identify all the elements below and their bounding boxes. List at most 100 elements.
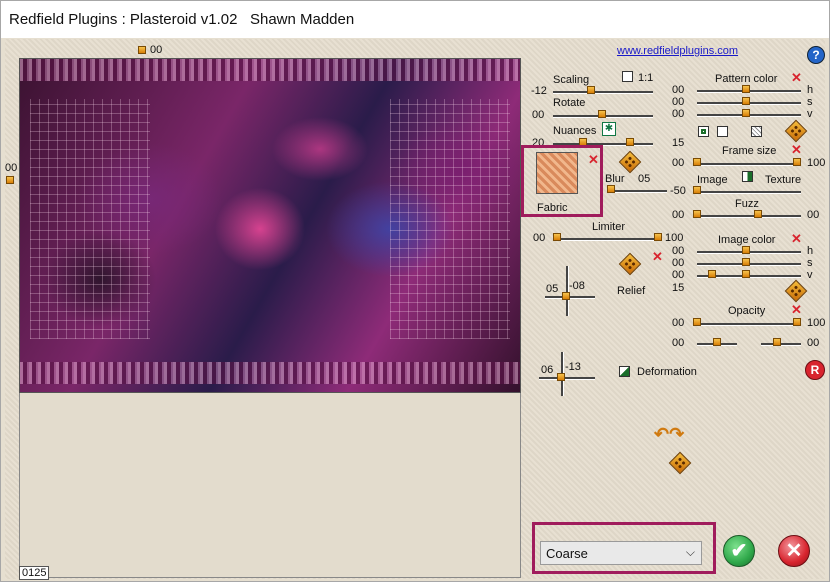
rotate-value: 00 bbox=[532, 109, 545, 121]
undo-redo-arrows-icon[interactable]: ↶↷ bbox=[654, 425, 706, 443]
pattern-color-h-thumb[interactable] bbox=[742, 85, 750, 93]
image-color-s-label: s bbox=[807, 257, 813, 269]
mode-checkbox-1[interactable] bbox=[698, 126, 709, 137]
chevron-down-icon: ⌵ bbox=[685, 545, 695, 559]
image-label: Image bbox=[697, 174, 728, 186]
relief-x-value: 05 bbox=[546, 283, 559, 295]
opacity-thumb-2b[interactable] bbox=[773, 338, 781, 346]
fuzz-track[interactable] bbox=[697, 215, 801, 218]
preview-frame-right bbox=[390, 99, 510, 339]
image-color-random-icon[interactable] bbox=[784, 279, 808, 303]
image-color-s-thumb[interactable] bbox=[742, 258, 750, 266]
reset-button[interactable]: R bbox=[805, 360, 825, 380]
preview-frame-bottom bbox=[20, 362, 520, 384]
nuances-slider-thumb-b[interactable] bbox=[626, 138, 634, 146]
blur-label: Blur bbox=[605, 173, 625, 185]
limiter-slider-track[interactable] bbox=[553, 238, 661, 241]
pattern-color-s-value: 00 bbox=[672, 96, 685, 108]
fabric-label: Fabric bbox=[537, 202, 568, 214]
fabric-close-icon[interactable]: ✕ bbox=[588, 153, 599, 166]
scaling-label: Scaling bbox=[553, 74, 590, 86]
limiter-value-left: 00 bbox=[533, 232, 546, 244]
preview-image[interactable] bbox=[19, 58, 521, 393]
relief-pad-horizontal[interactable] bbox=[545, 296, 595, 299]
limiter-slider-thumb-a[interactable] bbox=[553, 233, 561, 241]
website-link[interactable]: www.redfieldplugins.com bbox=[617, 45, 738, 57]
preset-random-icon[interactable] bbox=[668, 451, 692, 475]
frame-size-track[interactable] bbox=[697, 163, 801, 166]
image-texture-thumb[interactable] bbox=[693, 186, 701, 194]
image-texture-checkbox[interactable] bbox=[742, 171, 753, 182]
image-texture-track[interactable] bbox=[697, 191, 801, 194]
pattern-color-close-icon[interactable]: ✕ bbox=[791, 71, 802, 84]
blur-slider-track[interactable] bbox=[607, 190, 667, 193]
fabric-texture-swatch[interactable] bbox=[536, 152, 578, 194]
relief-close-icon[interactable]: ✕ bbox=[652, 250, 663, 263]
opacity-close-icon[interactable]: ✕ bbox=[791, 303, 802, 316]
opacity-thumb-2a[interactable] bbox=[713, 338, 721, 346]
image-color-v-thumb-a[interactable] bbox=[708, 270, 716, 278]
relief-pad-vertical[interactable] bbox=[566, 266, 569, 316]
preview-left-slider-thumb[interactable] bbox=[6, 176, 14, 184]
fuzz-value-left: 00 bbox=[672, 209, 685, 221]
plugin-panel: 00 00 0125 www.redfieldplugins.com ? Sca… bbox=[5, 39, 826, 580]
fuzz-thumb-b[interactable] bbox=[754, 210, 762, 218]
preview-top-slider-thumb[interactable] bbox=[138, 46, 146, 54]
mode-checkbox-2[interactable] bbox=[717, 126, 728, 137]
fuzz-thumb-a[interactable] bbox=[693, 210, 701, 218]
help-icon[interactable]: ? bbox=[807, 46, 825, 64]
opacity-thumb-a[interactable] bbox=[693, 318, 701, 326]
pattern-color-v-label: v bbox=[807, 108, 813, 120]
zoom-readout: 0125 bbox=[19, 566, 50, 580]
image-color-close-icon[interactable]: ✕ bbox=[791, 232, 802, 245]
preview-frame-left bbox=[30, 99, 150, 339]
pattern-color-v-thumb[interactable] bbox=[742, 109, 750, 117]
image-color-v-thumb-b[interactable] bbox=[742, 270, 750, 278]
image-texture-value: -50 bbox=[670, 185, 686, 197]
blur-slider-thumb[interactable] bbox=[607, 185, 615, 193]
pattern-random-icon[interactable] bbox=[784, 119, 808, 143]
nuances-value-right: 15 bbox=[672, 137, 685, 149]
cancel-button[interactable]: ✕ bbox=[778, 535, 810, 567]
limiter-slider-thumb-b[interactable] bbox=[654, 233, 662, 241]
preview-left-value: 00 bbox=[5, 162, 18, 174]
texture-mode-select[interactable]: Coarse ⌵ bbox=[540, 541, 702, 565]
pattern-color-s-thumb[interactable] bbox=[742, 97, 750, 105]
fuzz-label: Fuzz bbox=[735, 198, 759, 210]
scaling-slider-track[interactable] bbox=[553, 91, 653, 94]
ok-button[interactable]: ✔ bbox=[723, 535, 755, 567]
texture-label: Texture bbox=[765, 174, 802, 186]
deformation-pad-horizontal[interactable] bbox=[539, 377, 595, 380]
preview-frame-top bbox=[20, 59, 520, 81]
title-bar: Redfield Plugins : Plasteroid v1.02 Shaw… bbox=[1, 1, 829, 38]
opacity-thumb-b[interactable] bbox=[793, 318, 801, 326]
image-color-h-thumb[interactable] bbox=[742, 246, 750, 254]
scaling-slider-thumb[interactable] bbox=[587, 86, 595, 94]
opacity-value-right-2: 00 bbox=[807, 337, 820, 349]
image-color-extra-value: 15 bbox=[672, 282, 685, 294]
opacity-value-left-2: 00 bbox=[672, 337, 685, 349]
relief-random-icon[interactable] bbox=[618, 252, 642, 276]
opacity-track[interactable] bbox=[697, 323, 801, 326]
deformation-x-value: 06 bbox=[541, 364, 554, 376]
frame-size-thumb-a[interactable] bbox=[693, 158, 701, 166]
image-color-h-label: h bbox=[807, 245, 814, 257]
fuzz-value-right: 00 bbox=[807, 209, 820, 221]
scaling-1to1-checkbox[interactable] bbox=[622, 71, 633, 82]
fabric-random-icon[interactable] bbox=[618, 150, 642, 174]
pattern-color-v-value: 00 bbox=[672, 108, 685, 120]
frame-size-close-icon[interactable]: ✕ bbox=[791, 143, 802, 156]
frame-size-value-right: 100 bbox=[807, 157, 826, 169]
texture-mode-select-value: Coarse bbox=[546, 546, 588, 561]
mode-checkbox-3[interactable] bbox=[751, 126, 762, 137]
rotate-slider-thumb[interactable] bbox=[598, 110, 606, 118]
image-color-v-label: v bbox=[807, 269, 813, 281]
window-title: Redfield Plugins : Plasteroid v1.02 Shaw… bbox=[9, 11, 355, 28]
deformation-pad-thumb[interactable] bbox=[557, 373, 565, 381]
frame-size-thumb-b[interactable] bbox=[793, 158, 801, 166]
opacity-track-2b[interactable] bbox=[761, 343, 801, 346]
nuances-star-icon[interactable]: ✱ bbox=[602, 122, 616, 136]
deformation-checkbox[interactable] bbox=[619, 366, 630, 377]
relief-pad-thumb[interactable] bbox=[562, 292, 570, 300]
pattern-color-s-label: s bbox=[807, 96, 813, 108]
